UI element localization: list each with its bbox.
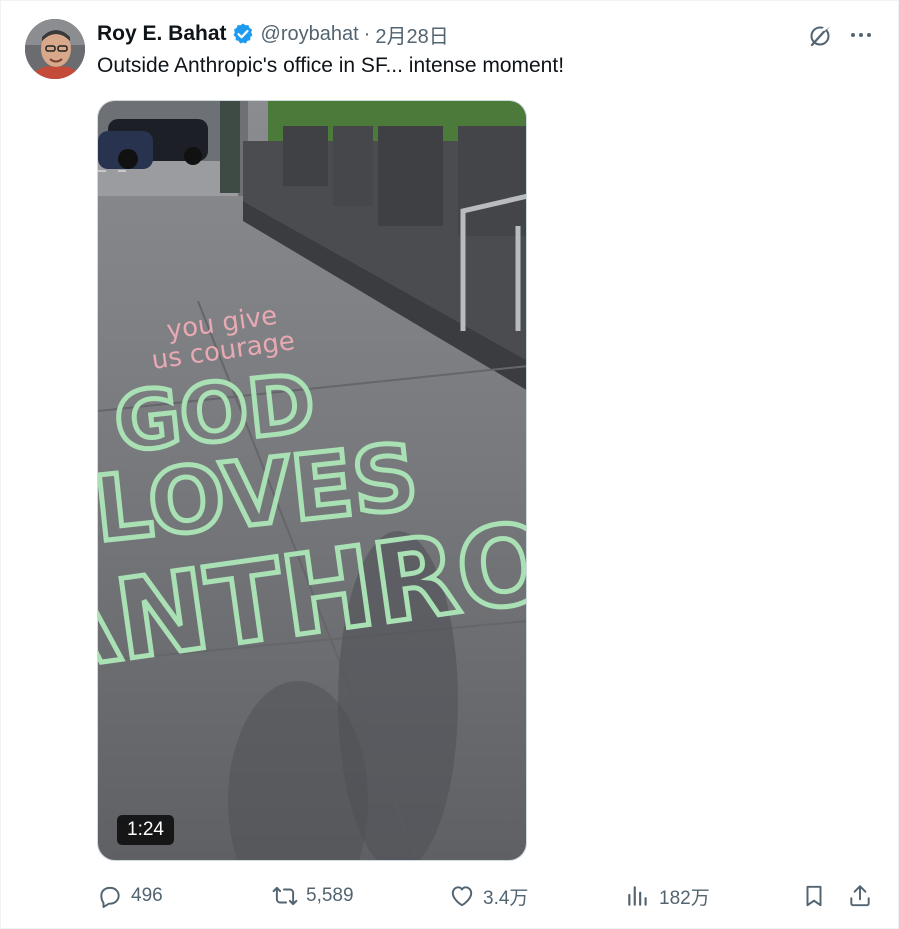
- tweet-text: Outside Anthropic's office in SF... inte…: [97, 54, 565, 77]
- reply-count: 496: [131, 885, 163, 906]
- action-bar: 496 5,589 3.4万 182万: [97, 878, 879, 914]
- like-count: 3.4万: [483, 887, 529, 909]
- avatar[interactable]: [25, 19, 85, 79]
- repost-count: 5,589: [306, 885, 354, 906]
- bookmark-button[interactable]: [801, 878, 827, 914]
- separator-dot: ·: [363, 22, 371, 45]
- heart-icon: [451, 886, 473, 907]
- video-player[interactable]: you give us courage GOD LOVES ANTHRO 1:2…: [97, 100, 527, 861]
- repost-icon: [272, 886, 298, 906]
- video-duration: 1:24: [117, 815, 174, 845]
- share-icon: [850, 885, 870, 907]
- author-handle[interactable]: @roybahat: [261, 23, 359, 46]
- views-count: 182万: [659, 887, 710, 909]
- reply-button[interactable]: 496: [97, 878, 163, 914]
- verified-badge-icon[interactable]: [231, 22, 255, 46]
- like-button[interactable]: 3.4万: [449, 878, 528, 914]
- repost-button[interactable]: 5,589: [272, 878, 354, 914]
- tweet-header: Roy E. Bahat @roybahat · 2月28日: [97, 20, 449, 48]
- author-name[interactable]: Roy E. Bahat: [97, 22, 227, 46]
- share-button[interactable]: [847, 878, 873, 914]
- views-button[interactable]: 182万: [625, 878, 710, 914]
- video-thumbnail: you give us courage GOD LOVES ANTHRO: [98, 101, 526, 860]
- reply-icon: [100, 886, 120, 908]
- more-icon[interactable]: [846, 20, 876, 50]
- views-icon: [628, 886, 647, 906]
- grok-icon[interactable]: [806, 20, 836, 50]
- bookmark-icon: [806, 885, 822, 907]
- tweet-date[interactable]: 2月28日: [375, 20, 448, 49]
